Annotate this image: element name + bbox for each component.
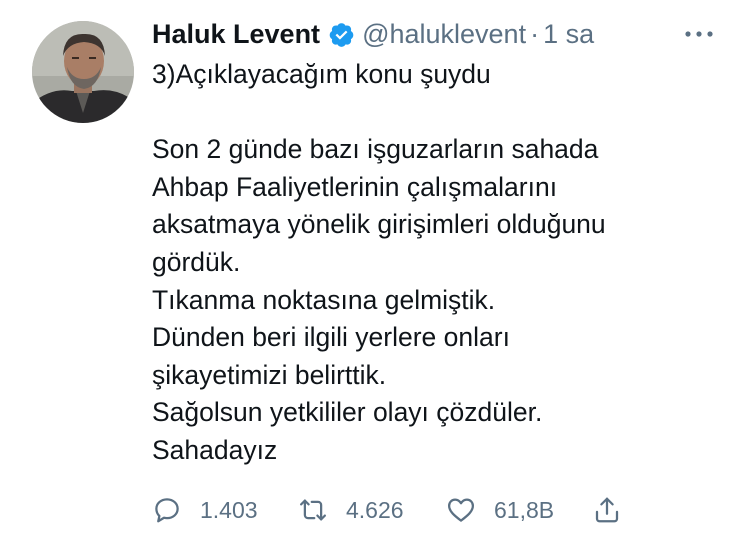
tweet-text-line: gördük. [152, 246, 241, 277]
tweet-text-line: şikayetimizi belirttik. [152, 359, 387, 390]
tweet-text-line: Ahbap Faaliyetlerinin çalışmalarını [152, 171, 558, 202]
more-options-icon[interactable] [682, 20, 716, 48]
reply-icon [155, 498, 179, 523]
tweet-actions: 1.403 4.626 61,8B [152, 490, 712, 530]
display-name[interactable]: Haluk Levent [152, 19, 320, 50]
user-handle[interactable]: @haluklevent [362, 19, 526, 50]
reply-count: 1.403 [200, 496, 258, 523]
like-button[interactable]: 61,8B [446, 490, 554, 530]
retweet-button[interactable]: 4.626 [298, 490, 404, 530]
like-count: 61,8B [494, 496, 555, 523]
tweet-text: 3)Açıklayacağım konu şuydu Son 2 günde b… [152, 56, 722, 470]
retweet-icon [300, 499, 326, 521]
retweet-count: 4.626 [346, 496, 404, 523]
reply-button[interactable]: 1.403 [152, 490, 258, 530]
tweet-text-line: 3)Açıklayacağım konu şuydu [152, 59, 491, 89]
share-button[interactable] [592, 490, 622, 530]
tweet-text-line: Tıkanma noktasına gelmiştik. [152, 284, 496, 315]
tweet-text-line: Sahadayız [152, 434, 278, 465]
heart-icon [448, 498, 474, 522]
tweet[interactable]: Haluk Levent @haluklevent · 1 sa 3)Açıkl… [0, 0, 750, 533]
header-separator: · [530, 18, 540, 49]
timestamp[interactable]: 1 sa [543, 19, 594, 50]
tweet-text-line [152, 94, 722, 132]
avatar[interactable] [32, 21, 134, 123]
tweet-text-line: Dünden beri ilgili yerlere onları [152, 322, 510, 353]
tweet-text-line: Son 2 günde bazı işguzarların sahada [152, 134, 599, 165]
verified-badge-icon [328, 21, 355, 48]
tweet-header: Haluk Levent @haluklevent · 1 sa [152, 14, 594, 54]
share-icon [595, 497, 619, 523]
tweet-text-line: aksatmaya yönelik girişimleri olduğunu [152, 209, 606, 240]
tweet-text-line: Sağolsun yetkililer olayı çözdüler. [152, 397, 543, 428]
